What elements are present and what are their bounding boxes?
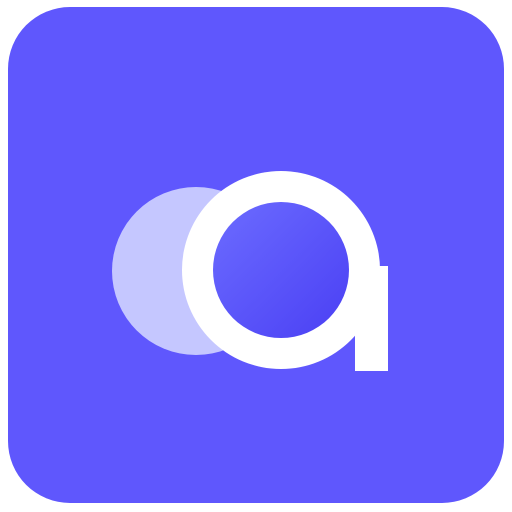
letter-a-stem (355, 266, 388, 371)
letter-a-inner-disc (213, 202, 349, 338)
app-icon-tile (0, 0, 512, 512)
app-logo-icon (8, 7, 504, 503)
